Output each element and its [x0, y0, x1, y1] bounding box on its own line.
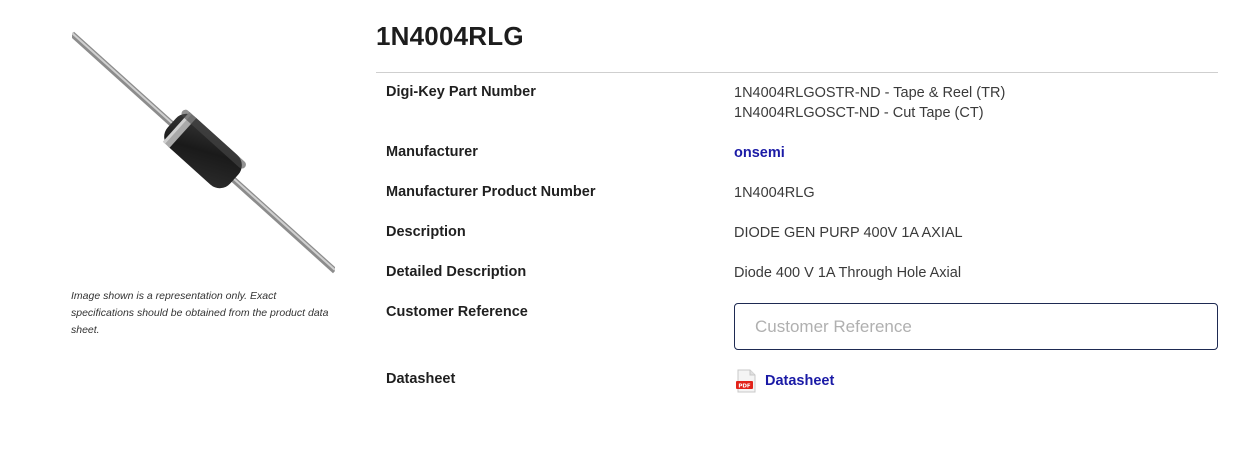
mfr-product-number-value: 1N4004RLG — [734, 185, 815, 201]
product-detail-page: Image shown is a representation only. Ex… — [0, 0, 1233, 452]
customer-reference-input[interactable] — [734, 303, 1218, 350]
customer-reference-label: Customer Reference — [386, 304, 528, 320]
page-title: 1N4004RLG — [376, 21, 524, 51]
mfr-product-number-label: Manufacturer Product Number — [386, 184, 596, 200]
product-image-column: Image shown is a representation only. Ex… — [0, 0, 350, 452]
title-divider — [376, 72, 1218, 73]
part-number-cut-tape: 1N4004RLGOSCT-ND - Cut Tape (CT) — [734, 105, 984, 121]
axial-diode-image[interactable] — [72, 30, 335, 275]
part-number-values: 1N4004RLGOSTR-ND - Tape & Reel (TR) 1N40… — [734, 83, 1005, 123]
detailed-description-value: Diode 400 V 1A Through Hole Axial — [734, 265, 962, 281]
pdf-icon-text: PDF — [738, 383, 751, 389]
datasheet-link[interactable]: Datasheet — [765, 373, 834, 389]
datasheet-label: Datasheet — [386, 371, 456, 387]
datasheet-row: PDF Datasheet — [736, 369, 834, 393]
manufacturer-label: Manufacturer — [386, 144, 478, 160]
manufacturer-link[interactable]: onsemi — [734, 145, 785, 161]
part-number-label: Digi-Key Part Number — [386, 84, 536, 100]
description-label: Description — [386, 224, 466, 240]
image-disclaimer: Image shown is a representation only. Ex… — [71, 290, 329, 336]
description-value: DIODE GEN PURP 400V 1A AXIAL — [734, 225, 963, 241]
part-number-tape-reel: 1N4004RLGOSTR-ND - Tape & Reel (TR) — [734, 85, 1006, 101]
manufacturer-value: onsemi — [734, 143, 785, 163]
pdf-icon[interactable]: PDF — [736, 369, 757, 393]
detailed-description-label: Detailed Description — [386, 264, 527, 280]
